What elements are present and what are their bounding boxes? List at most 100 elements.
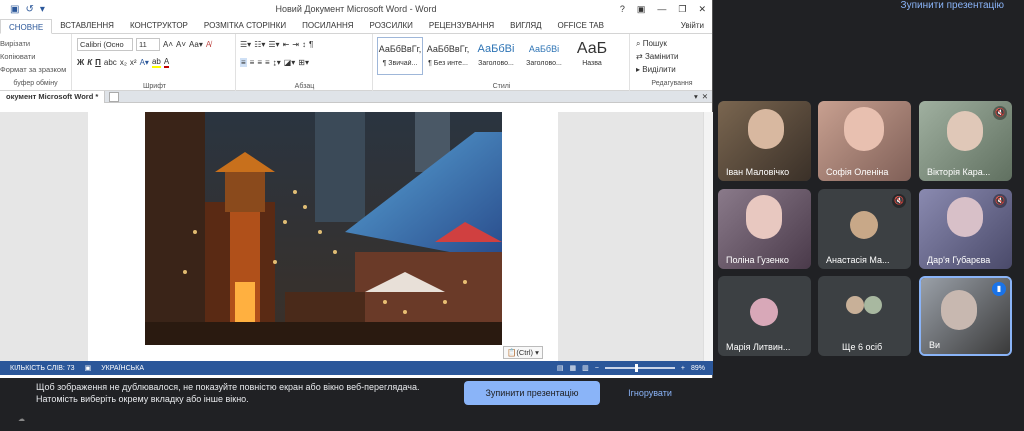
zoom-in-icon[interactable]: + (681, 365, 685, 372)
participant-tile[interactable]: 🔇 Вікторія Кара... (919, 101, 1012, 181)
justify-icon[interactable]: ≡ (265, 58, 270, 67)
shrink-font-icon[interactable]: A˅ (176, 40, 186, 49)
strikethrough-icon[interactable]: abc (104, 58, 117, 67)
shading-icon[interactable]: ◪▾ (284, 58, 296, 67)
self-tile[interactable]: ▮ Ви (919, 276, 1012, 356)
highlight-icon[interactable]: ab (151, 57, 161, 68)
mic-off-icon: 🔇 (993, 194, 1007, 208)
tab-mailings[interactable]: РОЗСИЛКИ (362, 18, 421, 33)
font-color-icon[interactable]: A (163, 57, 170, 68)
decrease-indent-icon[interactable]: ⇤ (283, 40, 290, 49)
close-button[interactable]: ✕ (698, 4, 706, 15)
style-heading-2[interactable]: АаБбВі Заголово... (521, 37, 567, 75)
style-no-spacing[interactable]: АаБбВвГг, ¶ Без инте... (425, 37, 471, 75)
font-size-select[interactable]: 11 (136, 38, 160, 51)
superscript-icon[interactable]: x² (130, 58, 137, 67)
language-indicator[interactable]: УКРАЇНСЬКА (101, 365, 144, 372)
title-bar: ▣ ↺ ▾ Новий Документ Microsoft Word - Wo… (0, 0, 712, 18)
tab-home[interactable]: СНОВНЕ (0, 19, 53, 34)
participant-tile[interactable]: Марія Литвин... (718, 276, 811, 356)
participant-tile[interactable]: Іван Маловічко (718, 101, 811, 181)
participant-tile[interactable]: 🔇 Анастасія Ма... (818, 189, 911, 269)
warning-text: Щоб зображення не дублювалося, не показу… (36, 382, 420, 404)
speaking-icon: ▮ (992, 282, 1006, 296)
pilcrow-icon[interactable]: ¶ (309, 40, 313, 49)
vertical-scrollbar[interactable] (703, 112, 713, 361)
participant-tile[interactable]: 🔇 Дар'я Губарєва (919, 189, 1012, 269)
sort-icon[interactable]: ↕ (302, 40, 306, 49)
customize-icon[interactable]: ▾ (40, 4, 45, 15)
document-tab[interactable]: окумент Microsoft Word * (0, 90, 106, 103)
maximize-button[interactable]: ❐ (678, 4, 686, 15)
align-right-icon[interactable]: ≡ (257, 58, 262, 67)
text-effects-icon[interactable]: A▾ (140, 58, 149, 67)
paste-options-button[interactable]: 📋(Ctrl) ▾ (503, 346, 543, 359)
participant-tile[interactable]: Софія Оленіна (818, 101, 911, 181)
window-title: Новий Документ Microsoft Word - Word (275, 4, 437, 14)
participant-name: Дар'я Губарєва (927, 255, 991, 265)
line-spacing-icon[interactable]: ↨▾ (273, 58, 281, 67)
participant-name: Анастасія Ма... (826, 255, 890, 265)
more-participants-tile[interactable]: Ще 6 осіб (818, 276, 911, 356)
style-title[interactable]: АаБ Назва (569, 37, 615, 75)
undo-icon[interactable]: ↺ (25, 4, 33, 15)
word-count[interactable]: КІЛЬКІСТЬ СЛІВ: 73 (10, 365, 75, 372)
save-icon[interactable]: ▣ (10, 4, 19, 15)
participant-tile[interactable]: Поліна Гузенко (718, 189, 811, 269)
stop-presenting-button[interactable]: Зупинити презентацію (464, 381, 600, 405)
change-case-icon[interactable]: Aa▾ (189, 40, 203, 49)
zoom-level[interactable]: 89% (691, 365, 705, 372)
select-button[interactable]: ▸ Виділити (636, 63, 712, 76)
zoom-slider[interactable] (604, 364, 675, 372)
stop-presenting-link[interactable]: Зупинити презентацію (901, 0, 1004, 11)
style-heading-1[interactable]: АаБбВі Заголово... (473, 37, 519, 75)
underline-icon[interactable]: П (95, 58, 101, 67)
sign-in-link[interactable]: Увійти (673, 18, 712, 33)
ignore-button[interactable]: Ігнорувати (620, 381, 680, 405)
numbering-icon[interactable]: ☷▾ (254, 40, 265, 49)
ribbon-display-icon[interactable]: ▣ (637, 4, 646, 15)
grow-font-icon[interactable]: A˄ (163, 40, 173, 49)
mic-off-icon: 🔇 (892, 194, 906, 208)
font-name-select[interactable]: Calibri (Осно (77, 38, 133, 51)
font-group: Calibri (Осно 11 A˄ A˅ Aa▾ A̸ Ж К П abc … (74, 34, 236, 91)
tab-view[interactable]: ВИГЛЯД (502, 18, 549, 33)
find-button[interactable]: ⌕ Пошук (636, 37, 712, 50)
increase-indent-icon[interactable]: ⇥ (292, 40, 299, 49)
zoom-out-icon[interactable]: − (595, 365, 599, 372)
find-icon: ⌕ (636, 39, 643, 48)
bold-icon[interactable]: Ж (77, 58, 84, 67)
christmas-market-photo[interactable] (145, 112, 502, 345)
copy-button[interactable]: Копіювати (0, 50, 71, 63)
proofing-icon[interactable]: ▣ (85, 364, 92, 372)
tab-list-icon[interactable]: ▾ (694, 92, 698, 101)
read-mode-icon[interactable]: ▤ (557, 364, 564, 372)
tab-close-icon[interactable]: ✕ (702, 92, 708, 101)
format-painter-button[interactable]: Формат за зразком (0, 63, 71, 76)
bullets-icon[interactable]: ☰▾ (240, 40, 251, 49)
clear-format-icon[interactable]: A̸ (206, 40, 211, 49)
tab-office-tab[interactable]: OFFICE TAB (550, 18, 612, 33)
align-left-icon[interactable]: ≡ (240, 58, 247, 67)
tab-references[interactable]: ПОСИЛАННЯ (294, 18, 361, 33)
italic-icon[interactable]: К (87, 58, 92, 67)
paragraph-group: ☰▾ ☷▾ ☰▾ ⇤ ⇥ ↕ ¶ ≡ ≡ ≡ ≡ ↨▾ ◪▾ ⊞▾ Абзац (237, 34, 373, 91)
borders-icon[interactable]: ⊞▾ (298, 58, 309, 67)
style-normal[interactable]: АаБбВвГг, ¶ Звичай... (377, 37, 423, 75)
subscript-icon[interactable]: x₂ (120, 58, 127, 67)
help-icon[interactable]: ? (620, 4, 625, 15)
replace-button[interactable]: ⇄ Замінити (636, 50, 712, 63)
align-center-icon[interactable]: ≡ (250, 58, 255, 67)
tab-layout[interactable]: РОЗМІТКА СТОРІНКИ (196, 18, 294, 33)
tab-review[interactable]: РЕЦЕНЗУВАННЯ (421, 18, 502, 33)
tab-design[interactable]: КОНСТРУКТОР (122, 18, 196, 33)
weather-icon[interactable]: ☁ (18, 415, 25, 423)
tab-insert[interactable]: ВСТАВЛЕННЯ (52, 18, 122, 33)
multilevel-list-icon[interactable]: ☰▾ (268, 40, 279, 49)
web-layout-icon[interactable]: ▥ (582, 364, 589, 372)
new-tab-button[interactable] (109, 91, 120, 102)
clipboard-label: буфер обміну (13, 80, 58, 87)
minimize-button[interactable]: — (657, 4, 666, 15)
cut-button[interactable]: Вирізати (0, 37, 71, 50)
print-layout-icon[interactable]: ▦ (570, 364, 577, 372)
